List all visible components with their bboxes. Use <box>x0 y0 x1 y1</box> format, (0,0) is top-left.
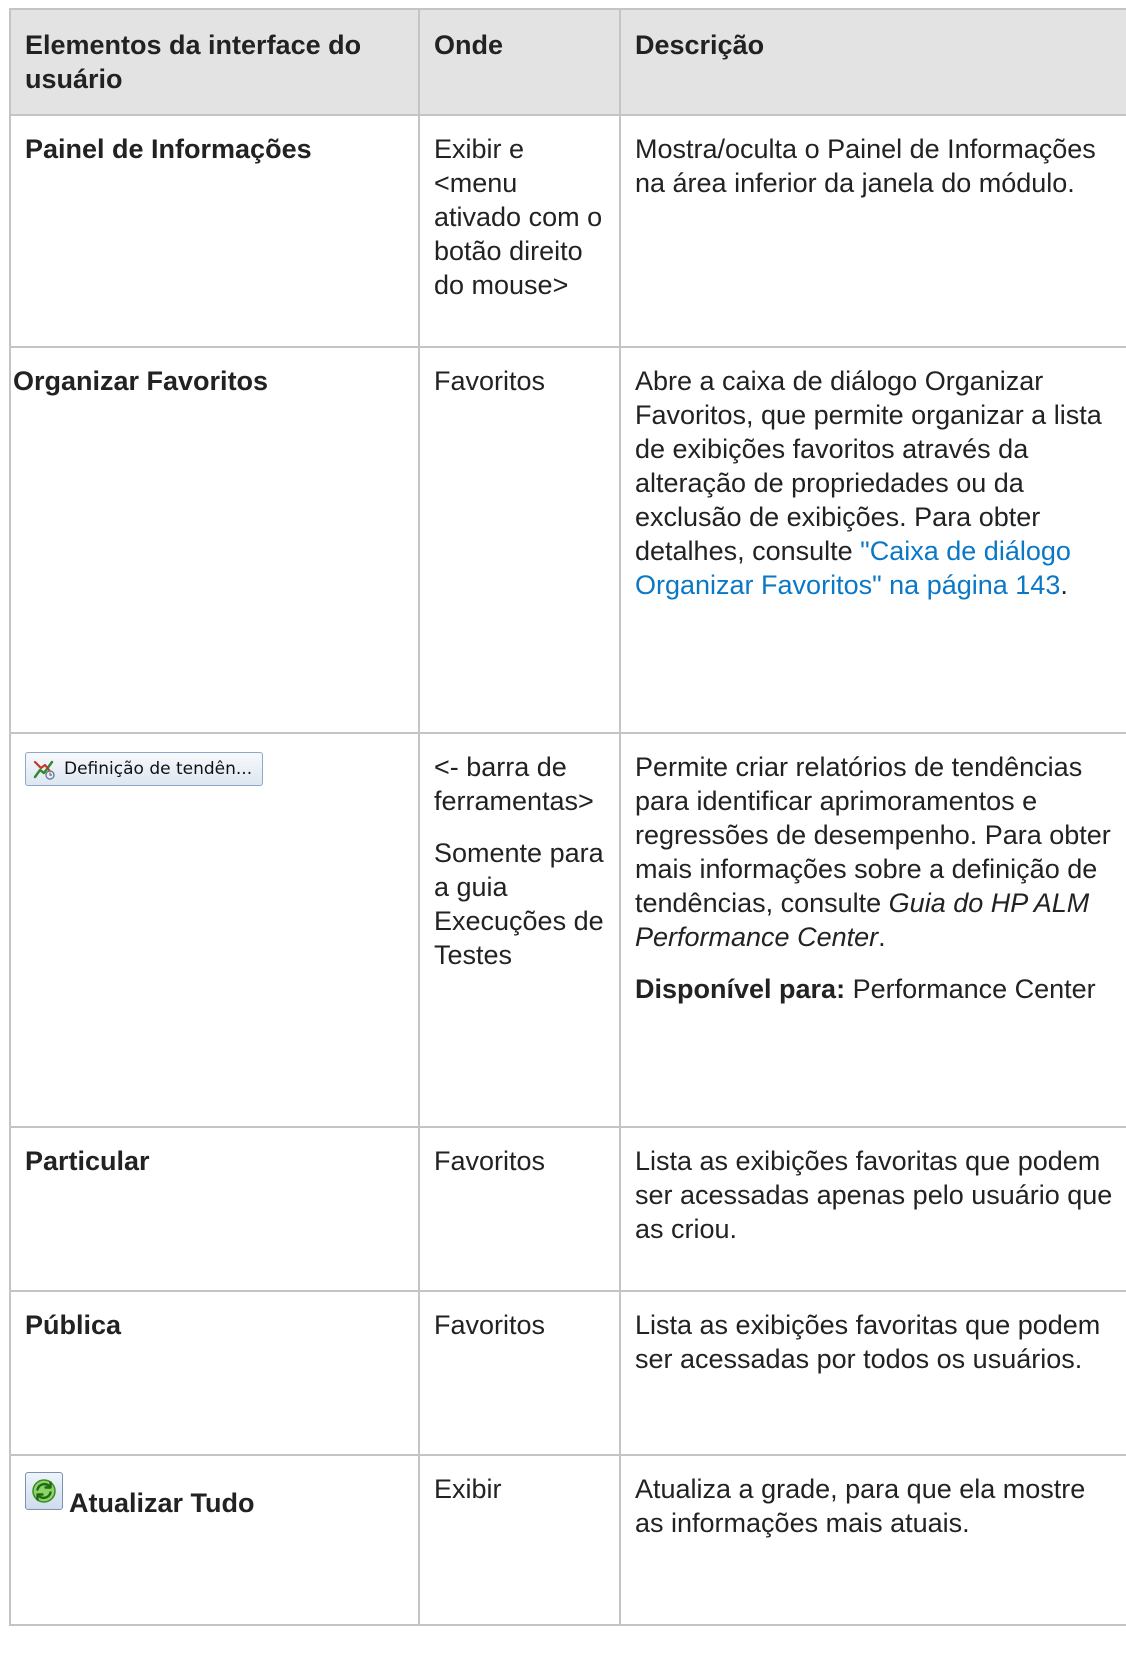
table-row: Atualizar Tudo Exibir Atualiza a grade, … <box>9 1454 1126 1626</box>
element-description: Abre a caixa de diálogo Organizar Favori… <box>619 346 1126 734</box>
table-row: Definição de tendên... <- barra de ferra… <box>9 732 1126 1128</box>
element-where: Favoritos <box>418 346 621 734</box>
header-row: Elementos da interface do usuário Onde D… <box>9 8 1126 116</box>
element-where: <- barra de ferramentas> Somente para a … <box>418 732 621 1128</box>
element-name: Particular <box>9 1126 420 1292</box>
availability-value: Performance Center <box>845 974 1096 1004</box>
element-description: Lista as exibições favoritas que podem s… <box>619 1126 1126 1292</box>
table-row: Organizar Favoritos Favoritos Abre a cai… <box>9 346 1126 734</box>
refresh-all-button[interactable] <box>25 1472 63 1510</box>
element-description: Mostra/oculta o Painel de Informações na… <box>619 114 1126 348</box>
availability-paragraph: Disponível para: Performance Center <box>635 972 1120 1006</box>
description-end: . <box>878 922 886 952</box>
header-where: Onde <box>418 8 621 116</box>
refresh-all-element: Atualizar Tudo <box>25 1472 404 1518</box>
element-where: Exibir <box>418 1454 621 1626</box>
element-description: Permite criar relatórios de tendências p… <box>619 732 1126 1128</box>
element-name: Pública <box>9 1290 420 1456</box>
where-note: Somente para a guia Execuções de Testes <box>434 838 604 970</box>
header-description: Descrição <box>619 8 1126 116</box>
availability-label: Disponível para: <box>635 974 846 1004</box>
table-row: Pública Favoritos Lista as exibições fav… <box>9 1290 1126 1456</box>
element-description: Atualiza a grade, para que ela mostre as… <box>619 1454 1126 1626</box>
element-name: Organizar Favoritos <box>9 346 420 734</box>
element-where: Favoritos <box>418 1126 621 1292</box>
table-row: Painel de Informações Exibir e <menu ati… <box>9 114 1126 348</box>
refresh-icon <box>32 1479 56 1503</box>
element-where: Exibir e <menu ativado com o botão direi… <box>418 114 621 348</box>
trend-definition-label: Definição de tendên... <box>64 759 253 779</box>
element-where: Favoritos <box>418 1290 621 1456</box>
element-name: Definição de tendên... <box>9 732 420 1128</box>
header-ui-elements: Elementos da interface do usuário <box>9 8 420 116</box>
where-toolbar: <- barra de ferramentas> <box>434 752 594 816</box>
element-name: Painel de Informações <box>9 114 420 348</box>
refresh-all-label: Atualizar Tudo <box>69 1488 255 1518</box>
description-paragraph: Permite criar relatórios de tendências p… <box>635 750 1120 954</box>
trend-definition-button[interactable]: Definição de tendên... <box>25 752 264 786</box>
element-name: Atualizar Tudo <box>9 1454 420 1626</box>
description-end: . <box>1060 570 1068 600</box>
ui-elements-table: Elementos da interface do usuário Onde D… <box>9 8 1126 1626</box>
trend-definition-icon <box>33 760 55 780</box>
element-description: Lista as exibições favoritas que podem s… <box>619 1290 1126 1456</box>
table-row: Particular Favoritos Lista as exibições … <box>9 1126 1126 1292</box>
